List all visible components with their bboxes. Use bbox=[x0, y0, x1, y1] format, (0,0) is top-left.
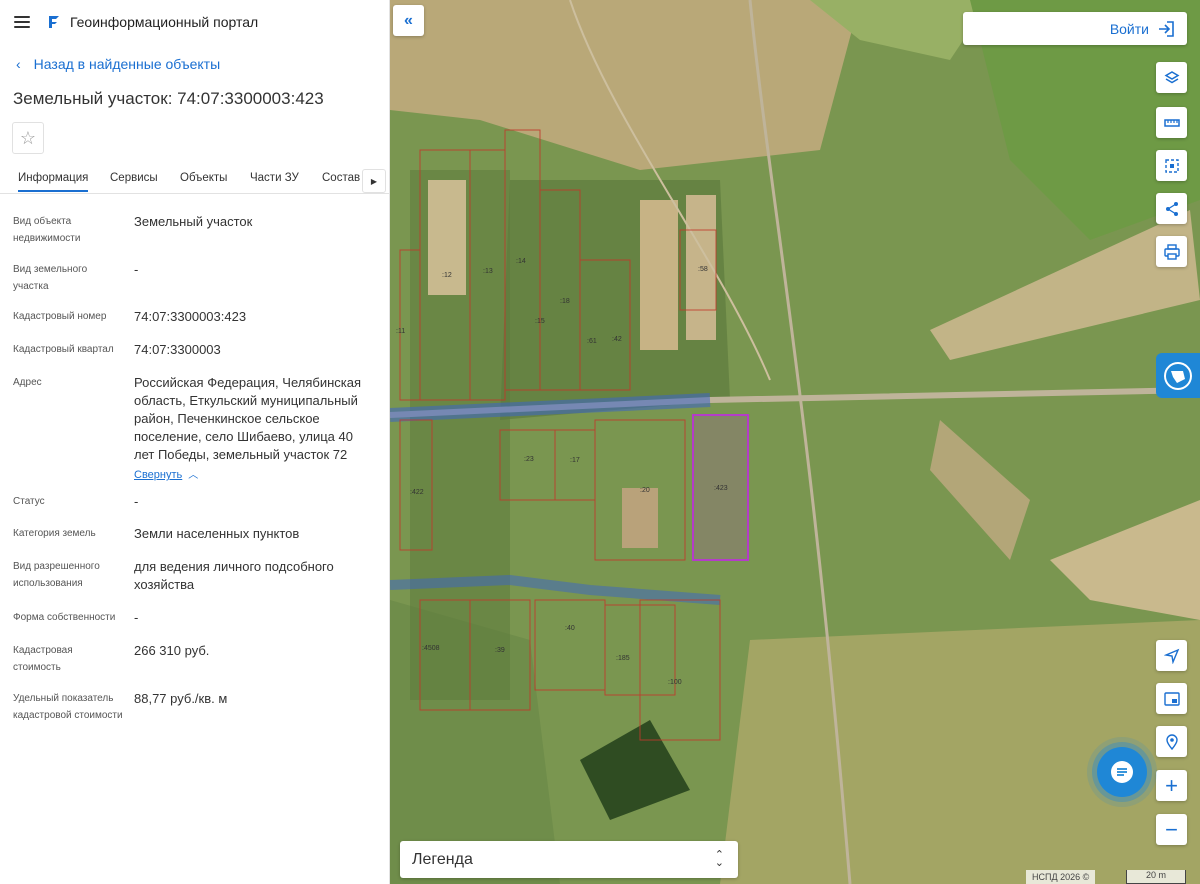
back-link-label: Назад в найденные объекты bbox=[33, 56, 221, 72]
ruler-button[interactable] bbox=[1156, 107, 1187, 138]
zoom-in-button[interactable]: + bbox=[1156, 770, 1187, 801]
parcel-label: :18 bbox=[560, 298, 570, 305]
ruler-icon bbox=[1163, 118, 1180, 127]
login-button[interactable]: Войти bbox=[963, 12, 1187, 45]
address-text: Российская Федерация, Челябинская област… bbox=[134, 375, 361, 462]
print-button[interactable] bbox=[1156, 236, 1187, 267]
chevron-up-icon[interactable]: ︿ bbox=[188, 470, 198, 481]
nspd-assistant-button[interactable] bbox=[1156, 353, 1200, 398]
select-area-icon bbox=[1164, 158, 1179, 173]
tab-parts[interactable]: Части ЗУ bbox=[250, 172, 299, 184]
share-icon bbox=[1165, 201, 1178, 216]
parcel-label: :17 bbox=[570, 457, 580, 464]
menu-icon[interactable] bbox=[14, 16, 30, 28]
panel-header: Геоинформационный портал bbox=[0, 0, 389, 44]
parcel-label: :39 bbox=[495, 647, 505, 654]
parcel-label: :4508 bbox=[422, 645, 440, 652]
print-icon bbox=[1163, 243, 1180, 260]
pin-location-button[interactable] bbox=[1156, 726, 1187, 757]
object-info-panel: Геоинформационный портал ‹ Назад в найде… bbox=[0, 0, 390, 884]
parcel-label: :11 bbox=[396, 328, 405, 335]
tab-services[interactable]: Сервисы bbox=[110, 172, 158, 184]
nspd-logo-icon bbox=[1164, 361, 1192, 390]
navigation-arrow-icon bbox=[1163, 648, 1179, 664]
parcel-label: :14 bbox=[516, 258, 526, 265]
chat-icon bbox=[1111, 761, 1133, 783]
parcel-label: :422 bbox=[410, 489, 424, 496]
expand-collapse-icon: ⌃ ⌄ bbox=[714, 849, 724, 869]
satellite-imagery: :12 :13 :14 :18 :15 :61 :42 :58 :11 :23 … bbox=[390, 0, 1200, 884]
select-area-button[interactable] bbox=[1156, 150, 1187, 181]
login-label: Войти bbox=[1109, 20, 1149, 37]
minus-icon: − bbox=[1165, 816, 1178, 842]
login-icon bbox=[1159, 20, 1174, 37]
share-button[interactable] bbox=[1156, 193, 1187, 224]
layers-icon bbox=[1164, 70, 1179, 83]
zoom-out-button[interactable]: − bbox=[1156, 814, 1187, 845]
parcel-label: :15 bbox=[535, 318, 545, 325]
scale-bar: 20 m bbox=[1126, 870, 1186, 884]
legend-dropdown[interactable]: Легенда ⌃ ⌄ bbox=[400, 841, 738, 878]
location-pin-icon bbox=[1165, 733, 1178, 750]
layers-button[interactable] bbox=[1156, 62, 1187, 93]
favorite-star-icon[interactable]: ☆ bbox=[12, 122, 44, 154]
object-title: Земельный участок: 74:07:3300003:423 bbox=[13, 89, 324, 108]
parcel-label: :61 bbox=[587, 338, 597, 345]
parcel-label: :423 bbox=[714, 485, 728, 492]
info-tabs: Информация Сервисы Объекты Части ЗУ Сост… bbox=[0, 164, 389, 194]
collapse-panel-icon[interactable]: « bbox=[393, 5, 424, 36]
map-view[interactable]: :12 :13 :14 :18 :15 :61 :42 :58 :11 :23 … bbox=[390, 0, 1200, 884]
chevron-left-icon: ‹ bbox=[16, 56, 21, 72]
parcel-label: :13 bbox=[483, 268, 493, 275]
legend-label: Легенда bbox=[412, 850, 473, 868]
app-title: Геоинформационный портал bbox=[70, 14, 259, 30]
parcel-label: :58 bbox=[698, 266, 708, 273]
map-attribution: НСПД 2026 © bbox=[1026, 870, 1096, 884]
geolocation-button[interactable] bbox=[1156, 640, 1187, 671]
tab-composition[interactable]: Состав bbox=[322, 172, 360, 184]
chat-button[interactable] bbox=[1097, 747, 1147, 797]
parcel-label: :40 bbox=[565, 625, 575, 632]
parcel-label: :23 bbox=[524, 456, 534, 463]
tab-information[interactable]: Информация bbox=[18, 172, 89, 192]
parcel-label: :42 bbox=[612, 336, 622, 343]
collapse-address-link[interactable]: Свернуть bbox=[134, 466, 182, 484]
tab-objects[interactable]: Объекты bbox=[180, 172, 227, 184]
parcel-label: :20 bbox=[640, 487, 650, 494]
portal-logo-icon bbox=[49, 16, 59, 28]
minimap-icon bbox=[1163, 691, 1180, 706]
minimap-button[interactable] bbox=[1156, 683, 1187, 714]
parcel-label: :12 bbox=[442, 272, 452, 279]
parcel-label: :100 bbox=[668, 679, 682, 686]
back-to-results-link[interactable]: ‹ Назад в найденные объекты bbox=[16, 56, 220, 72]
plus-icon: + bbox=[1165, 772, 1178, 798]
tabs-scroll-right-icon[interactable]: ▶ bbox=[362, 169, 386, 193]
parcel-label: :185 bbox=[616, 655, 630, 662]
